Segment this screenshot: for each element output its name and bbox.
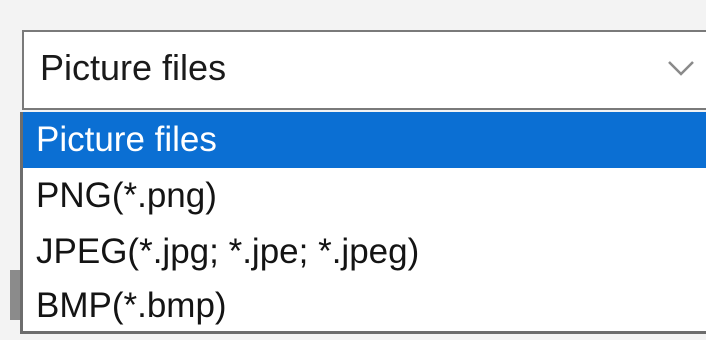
chevron-down-icon[interactable]: [664, 56, 698, 80]
dropdown-option-png[interactable]: PNG(*.png): [23, 168, 706, 224]
dropdown-option-picture-files[interactable]: Picture files: [23, 112, 706, 168]
file-type-selected-value: Picture files: [40, 47, 227, 88]
file-type-dropdown-list: Picture files PNG(*.png) JPEG(*.jpg; *.j…: [20, 112, 706, 334]
file-type-combobox[interactable]: Picture files: [22, 30, 706, 110]
dropdown-option-jpeg[interactable]: JPEG(*.jpg; *.jpe; *.jpeg): [23, 224, 706, 280]
dropdown-option-bmp[interactable]: BMP(*.bmp): [23, 278, 706, 334]
background-edge-strip: [10, 270, 20, 320]
